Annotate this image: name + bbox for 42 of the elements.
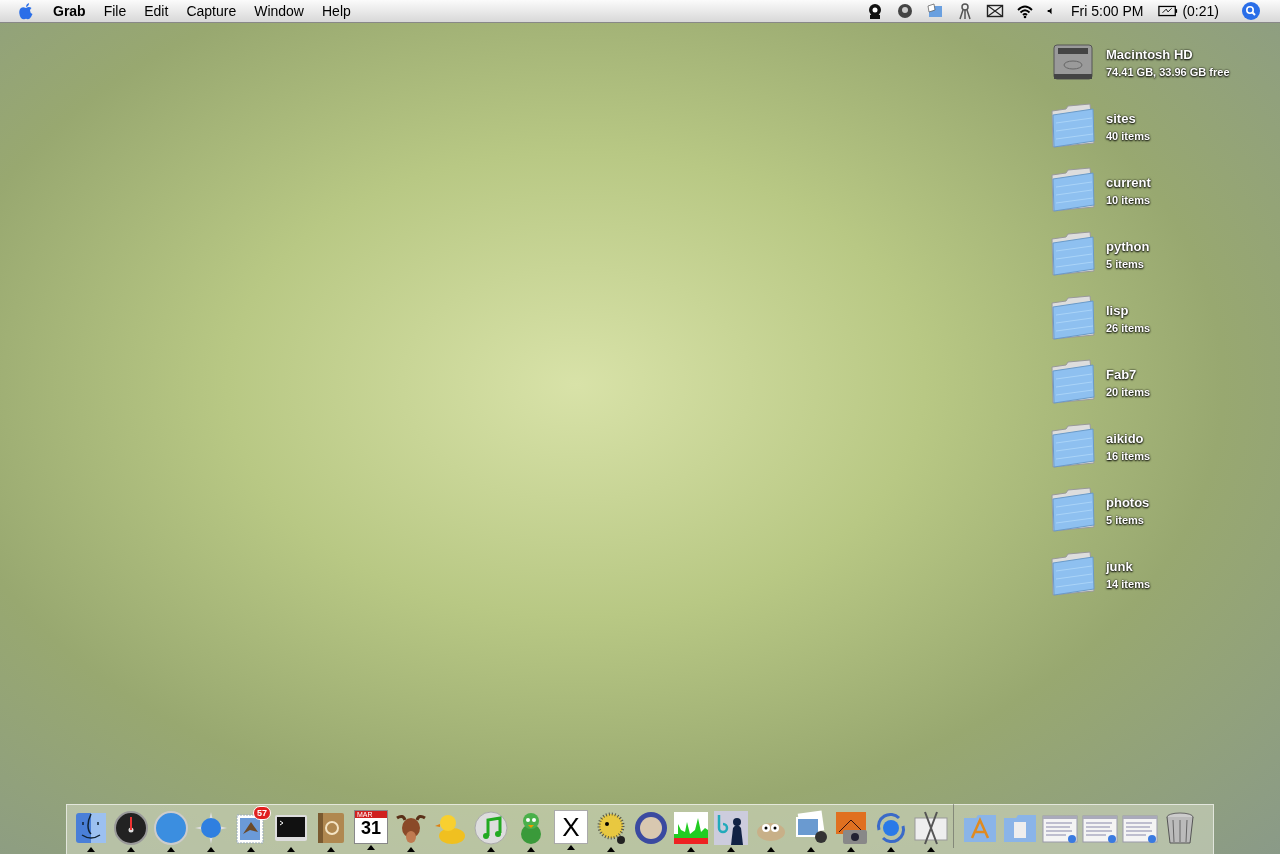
- item-info: 14 items: [1106, 577, 1151, 590]
- scissors-icon[interactable]: [913, 810, 949, 846]
- folder-icon[interactable]: [1050, 551, 1096, 597]
- face-icon[interactable]: [73, 810, 109, 846]
- gauge-icon[interactable]: [113, 810, 149, 846]
- folder-icon[interactable]: [1050, 167, 1096, 213]
- folder-icon[interactable]: [1050, 231, 1096, 277]
- folder-icon[interactable]: [1050, 487, 1096, 533]
- folder-icon[interactable]: [1050, 359, 1096, 405]
- item-info: 74.41 GB, 33.96 GB free: [1106, 65, 1230, 78]
- folder-icon[interactable]: [1050, 103, 1096, 149]
- item-info: 20 items: [1106, 385, 1151, 398]
- search-icon[interactable]: [1242, 2, 1260, 20]
- app-menu[interactable]: Grab: [44, 3, 95, 19]
- item-info: 5 items: [1106, 257, 1145, 270]
- item-info: 5 items: [1106, 513, 1145, 526]
- menu-clock[interactable]: Fri 5:00 PM: [1062, 3, 1153, 19]
- apple-icon[interactable]: [18, 2, 34, 20]
- music-disc-icon[interactable]: [473, 810, 509, 846]
- envelope-icon[interactable]: [986, 2, 1005, 20]
- poster-icon[interactable]: [713, 810, 749, 846]
- battery-time[interactable]: (0:21): [1180, 3, 1228, 19]
- camera-photo-icon[interactable]: [833, 810, 869, 846]
- item-info: 16 items: [1106, 449, 1151, 462]
- calendar-day: 31: [361, 818, 381, 838]
- menu-item[interactable]: File: [94, 3, 136, 19]
- x11-icon[interactable]: X: [554, 810, 588, 844]
- item-info: 10 items: [1106, 193, 1151, 206]
- folder-icon[interactable]: [1050, 423, 1096, 469]
- menu-item[interactable]: Window: [245, 3, 313, 19]
- photos-icon[interactable]: [793, 810, 829, 846]
- folder-icon[interactable]: [1050, 295, 1096, 341]
- activity-graph-icon[interactable]: [673, 810, 709, 846]
- menu-item[interactable]: Help: [313, 3, 360, 19]
- notification-badge: 57: [253, 806, 271, 820]
- round-emblem-icon[interactable]: [633, 810, 669, 846]
- round-status-icon[interactable]: [896, 2, 915, 20]
- item-info: 40 items: [1106, 129, 1151, 142]
- menu-item[interactable]: Edit: [135, 3, 178, 19]
- menu-item[interactable]: Capture: [177, 3, 246, 19]
- item-info: 26 items: [1106, 321, 1151, 334]
- x-letter: X: [562, 811, 580, 843]
